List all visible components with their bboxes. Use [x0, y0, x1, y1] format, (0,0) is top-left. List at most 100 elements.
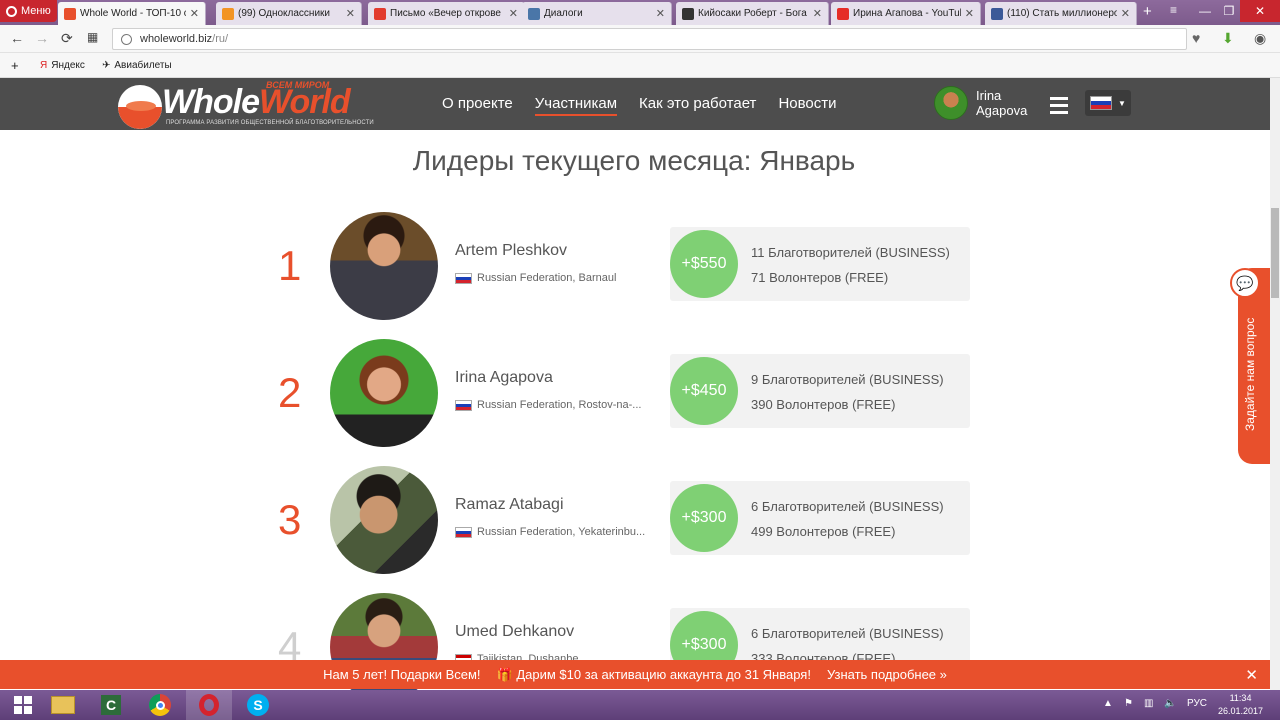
browser-tab[interactable]: Whole World - ТОП-10 с ✕ — [58, 2, 206, 25]
browser-tab[interactable]: (99) Одноклассники ✕ — [216, 2, 362, 25]
free-count: 499 Волонтеров (FREE) — [751, 524, 896, 539]
hamburger-menu-icon[interactable] — [1050, 97, 1068, 118]
minimize-button[interactable]: — — [1192, 0, 1218, 22]
nav-participants[interactable]: Участникам — [534, 95, 618, 116]
browser-tab[interactable]: Ирина Агапова - YouTub ✕ — [831, 2, 981, 25]
leader-name[interactable]: Artem Pleshkov — [455, 242, 567, 260]
gift-icon: 🎁 — [496, 666, 513, 682]
plane-icon: ✈ — [102, 60, 111, 71]
camtasia-icon[interactable]: C — [88, 690, 134, 720]
new-tab-button[interactable]: + — [1143, 3, 1152, 20]
leader-location: Russian Federation, Yekaterinbu... — [455, 526, 645, 538]
tray-chevron-up-icon[interactable]: ▲ — [1103, 698, 1113, 709]
input-language[interactable]: РУС — [1187, 698, 1207, 709]
user-profile-icon[interactable]: ◉ — [1254, 30, 1266, 47]
clock-time: 11:34 — [1229, 693, 1252, 703]
browser-tab[interactable]: Письмо «Вечер открове ✕ — [368, 2, 525, 25]
business-count: 11 Благотворителей (BUSINESS) — [751, 245, 950, 260]
leader-row[interactable]: 1 Artem Pleshkov Russian Federation, Bar… — [270, 212, 980, 322]
mail-favicon — [374, 7, 386, 20]
url-input[interactable]: wholeworld.biz/ru/ — [112, 28, 1187, 50]
tab-close-icon[interactable]: ✕ — [509, 7, 518, 20]
skype-icon[interactable]: S — [235, 690, 281, 720]
free-count: 71 Волонтеров (FREE) — [751, 270, 889, 285]
bookmark-label: Яндекс — [51, 60, 85, 71]
promo-link[interactable]: Узнать подробнее » — [827, 667, 947, 682]
earnings-badge: +$300 — [670, 484, 738, 552]
russia-flag-icon — [455, 526, 472, 538]
chrome-icon[interactable] — [137, 690, 183, 720]
nav-news[interactable]: Новости — [778, 95, 836, 116]
leader-stats: +$300 6 Благотворителей (BUSINESS) 499 В… — [670, 481, 970, 555]
leader-photo[interactable] — [330, 339, 438, 447]
page-scrollbar[interactable] — [1270, 78, 1280, 690]
browser-menu-label: Меню — [21, 5, 51, 17]
chat-bubble-icon: 💬 — [1230, 268, 1260, 298]
bookmark-yandex[interactable]: Я Яндекс — [40, 60, 85, 71]
browser-tab-title: Ирина Агапова - YouTub — [853, 8, 961, 19]
heart-icon[interactable]: ♥ — [1192, 30, 1200, 46]
facebook-favicon — [991, 7, 1003, 20]
tab-close-icon[interactable]: ✕ — [656, 7, 665, 20]
leader-rank: 2 — [278, 369, 302, 416]
browser-menu-button[interactable]: Меню — [0, 0, 57, 22]
wholeworld-favicon — [64, 7, 76, 20]
russia-flag-icon — [455, 272, 472, 284]
tab-menu-chevron-icon[interactable]: ≡ — [1170, 3, 1177, 17]
leader-row[interactable]: 3 Ramaz Atabagi Russian Federation, Yeka… — [270, 466, 980, 576]
user-menu[interactable]: Irina Agapova — [934, 86, 1036, 120]
headphones-favicon — [682, 7, 694, 20]
chevron-down-icon: ▼ — [1118, 98, 1126, 108]
free-count: 390 Волонтеров (FREE) — [751, 397, 896, 412]
browser-tab[interactable]: Кийосаки Роберт - Бога ✕ — [676, 2, 829, 25]
wholeworld-logo[interactable]: ВСЕМ МИРОМ WholeWorld ПРОГРАММА РАЗВИТИЯ… — [116, 80, 386, 129]
tab-close-icon[interactable]: ✕ — [813, 7, 822, 20]
browser-tab-title: Диалоги — [544, 8, 583, 19]
file-explorer-icon[interactable] — [40, 690, 86, 720]
tab-close-icon[interactable]: ✕ — [346, 7, 355, 20]
maximize-button[interactable]: ❐ — [1216, 0, 1242, 22]
scrollbar-thumb[interactable] — [1271, 208, 1279, 298]
opera-taskbar-icon[interactable] — [186, 690, 232, 720]
leader-name[interactable]: Umed Dehkanov — [455, 623, 574, 641]
action-center-flag-icon[interactable]: ⚑ — [1124, 698, 1133, 709]
leader-row[interactable]: 2 Irina Agapova Russian Federation, Rost… — [270, 339, 980, 449]
language-selector[interactable]: ▼ — [1085, 90, 1131, 116]
close-icon[interactable]: ✕ — [1245, 666, 1258, 684]
volume-icon[interactable]: 🔈 — [1164, 698, 1176, 709]
leader-name[interactable]: Irina Agapova — [455, 369, 553, 387]
tab-close-icon[interactable]: ✕ — [1121, 7, 1130, 20]
browser-tab[interactable]: (110) Стать миллионеро ✕ — [985, 2, 1137, 25]
business-count: 6 Благотворителей (BUSINESS) — [751, 499, 944, 514]
leader-photo[interactable] — [330, 212, 438, 320]
russia-flag-icon — [455, 399, 472, 411]
forward-arrow-icon[interactable]: → — [35, 30, 49, 46]
browser-tab[interactable]: Диалоги ✕ — [522, 2, 672, 25]
window-close-button[interactable]: ✕ — [1240, 0, 1280, 22]
page-title: Лидеры текущего месяца: Январь — [412, 145, 856, 176]
promo-text: Нам 5 лет! Подарки Всем! — [323, 667, 481, 682]
reload-icon[interactable]: ⟳ — [61, 30, 73, 47]
download-icon[interactable]: ⬇ — [1222, 30, 1234, 47]
speed-dial-grid-icon[interactable]: ▦ — [87, 30, 98, 44]
nav-how-it-works[interactable]: Как это работает — [639, 95, 756, 116]
bookmark-aviabilety[interactable]: ✈ Авиабилеты — [102, 60, 172, 71]
user-name: Irina Agapova — [976, 88, 1028, 118]
browser-tab-bar: Меню Whole World - ТОП-10 с ✕ (99) Однокла… — [0, 0, 1280, 25]
back-arrow-icon[interactable]: ← — [10, 30, 24, 46]
leader-photo[interactable] — [330, 466, 438, 574]
browser-tab-title: Whole World - ТОП-10 с — [80, 8, 186, 19]
leader-stats: +$550 11 Благотворителей (BUSINESS) 71 В… — [670, 227, 970, 301]
tab-close-icon[interactable]: ✕ — [965, 7, 974, 20]
ask-question-widget[interactable]: 💬 Задайте нам вопрос — [1230, 268, 1270, 464]
add-bookmark-icon[interactable]: + — [11, 58, 19, 73]
promo-offer: 🎁 Дарим $10 за активацию аккаунта до 31 … — [496, 666, 811, 682]
tab-close-icon[interactable]: ✕ — [190, 7, 199, 20]
network-icon[interactable]: ▥ — [1144, 698, 1153, 709]
leader-name[interactable]: Ramaz Atabagi — [455, 496, 564, 514]
business-count: 9 Благотворителей (BUSINESS) — [751, 372, 944, 387]
ask-question-label: Задайте нам вопрос — [1243, 317, 1257, 431]
bookmarks-bar: + Я Яндекс ✈ Авиабилеты — [0, 53, 1280, 78]
nav-about[interactable]: О проекте — [442, 95, 513, 116]
system-clock[interactable]: 11:34 26.01.2017 — [1218, 692, 1263, 718]
